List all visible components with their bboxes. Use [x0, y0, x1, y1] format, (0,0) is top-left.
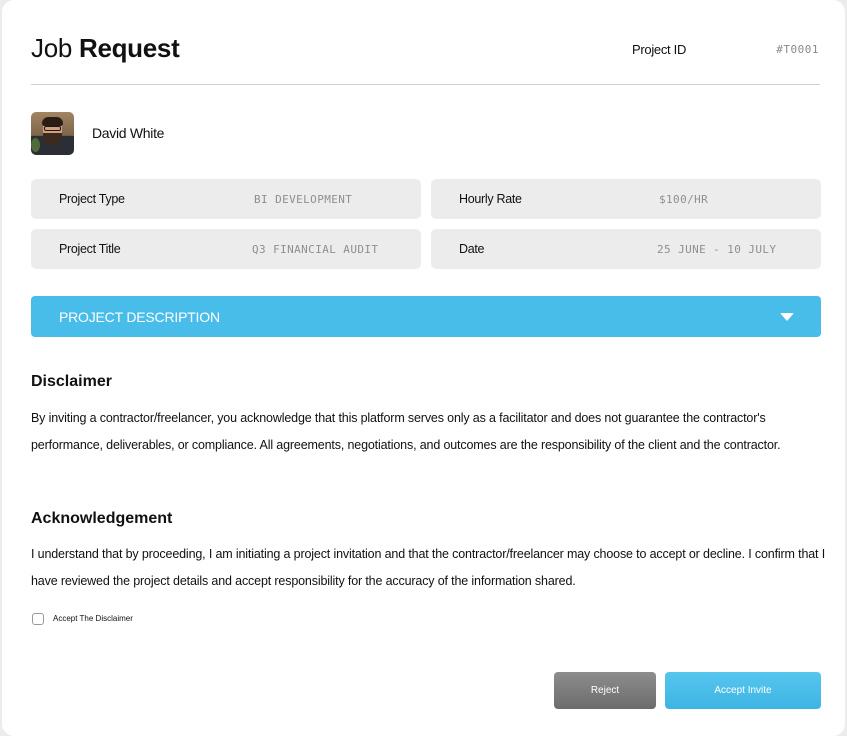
accept-disclaimer-checkbox[interactable] — [32, 613, 44, 625]
date-value: 25 JUNE - 10 JULY — [657, 243, 777, 256]
hourly-rate-label: Hourly Rate — [459, 192, 522, 206]
page-title: Job Request — [31, 33, 180, 64]
project-title-label: Project Title — [59, 242, 121, 256]
project-type-value: BI DEVELOPMENT — [254, 193, 353, 206]
hourly-rate-row: Hourly Rate $100/HR — [431, 179, 821, 219]
acknowledgement-heading: Acknowledgement — [31, 510, 173, 527]
page-title-bold: Request — [78, 33, 180, 63]
job-request-card: Job Request Project ID #T0001 David Whit… — [2, 0, 845, 736]
reject-button[interactable]: Reject — [554, 672, 656, 709]
hourly-rate-value: $100/HR — [659, 193, 709, 206]
disclaimer-text: By inviting a contractor/freelancer, you… — [31, 411, 781, 452]
acknowledgement-text: I understand that by proceeding, I am in… — [31, 547, 826, 588]
project-id-value: #T0001 — [776, 43, 819, 56]
project-title-value: Q3 FINANCIAL AUDIT — [252, 243, 379, 256]
project-description-accordion[interactable]: PROJECT DESCRIPTION — [31, 296, 821, 337]
header-divider — [31, 84, 820, 85]
project-description-label: PROJECT DESCRIPTION — [59, 309, 220, 325]
date-row: Date 25 JUNE - 10 JULY — [431, 229, 821, 269]
project-id-label: Project ID — [632, 42, 687, 57]
project-type-label: Project Type — [59, 192, 125, 206]
page-title-light: Job — [31, 33, 73, 63]
project-title-row: Project Title Q3 FINANCIAL AUDIT — [31, 229, 421, 269]
date-label: Date — [459, 242, 485, 256]
avatar — [31, 112, 74, 155]
user-name: David White — [92, 125, 165, 141]
chevron-down-icon[interactable] — [780, 313, 794, 321]
project-type-row: Project Type BI DEVELOPMENT — [31, 179, 421, 219]
accept-invite-button[interactable]: Accept Invite — [665, 672, 821, 709]
disclaimer-heading: Disclaimer — [31, 373, 112, 390]
accept-disclaimer-label[interactable]: Accept The Disclaimer — [53, 614, 133, 623]
